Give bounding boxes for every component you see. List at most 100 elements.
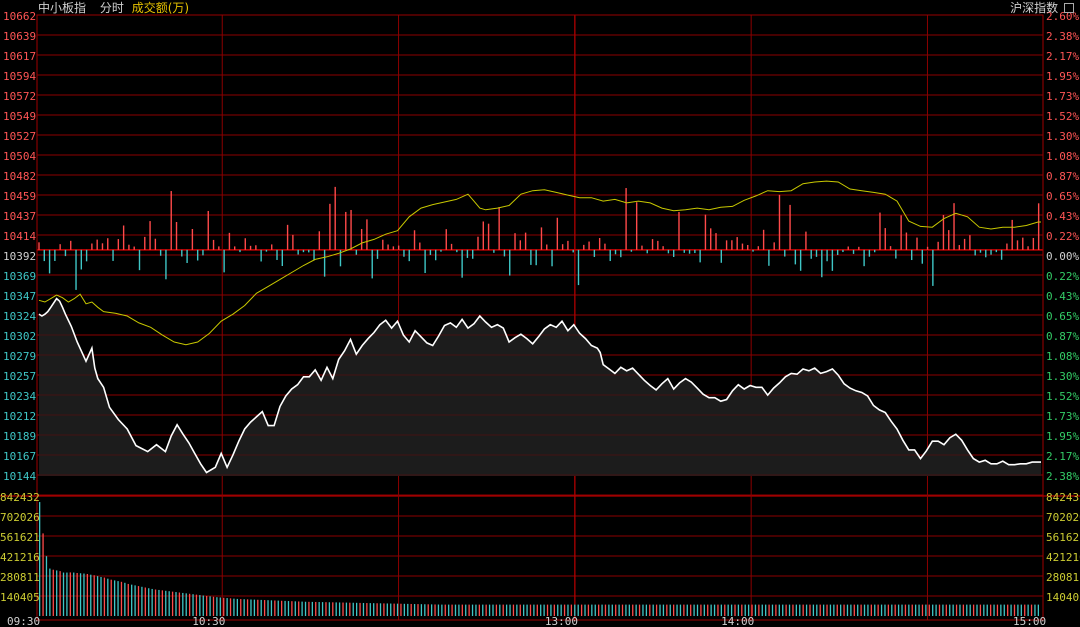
view-label[interactable]: 分时 [100,1,124,15]
volume-bar [615,604,617,616]
window-toggle-icon[interactable] [1064,2,1074,13]
price-axis-label: 10234 [3,390,36,403]
volume-bar [349,602,351,616]
percent-axis-label: 2.17% [1046,50,1079,63]
volume-bar [857,604,859,616]
volume-bar [342,602,344,616]
volume-bar [274,600,276,616]
volume-bar [291,601,293,616]
volume-bar [938,604,941,616]
volume-bar [672,604,675,616]
volume-axis-label-left: 842432 [0,491,40,504]
volume-bar [502,604,504,616]
volume-bar [66,572,68,616]
volume-bar [458,604,460,616]
volume-bar [979,604,982,616]
volume-bar [805,604,808,616]
volume-bar [765,604,767,616]
volume-bar [645,604,648,616]
volume-bar [945,604,947,616]
volume-bar [379,603,382,616]
volume-bar [165,590,167,616]
volume-axis-label-right: 702026 [1046,511,1080,524]
volume-bar [110,579,112,616]
volume-bar [942,604,944,616]
time-axis-label: 10:30 [192,615,225,627]
volume-bar [236,598,238,616]
percent-axis-label: 1.73% [1046,410,1079,423]
volume-bar [335,602,337,616]
volume-bar [516,604,518,616]
volume-bar [168,591,170,616]
volume-bar [359,602,361,616]
intraday-chart[interactable]: 10662 10639 10617 10594 10572 10549 10527 10504… [0,0,1080,627]
volume-bar [141,586,143,616]
volume-bar [315,601,317,616]
volume-bar [908,604,910,616]
volume-bar [802,604,804,616]
price-axis-label: 10347 [3,290,36,303]
volume-bar [56,570,58,616]
volume-bar [993,604,995,616]
volume-bar [666,604,668,616]
volume-bar [792,604,794,616]
average-price-line [38,180,1041,346]
volume-bar [86,573,89,616]
volume-bar [638,604,641,616]
volume-bar [52,569,54,616]
volume-bars [39,502,1040,616]
price-axis-label: 10369 [3,270,36,283]
volume-bar [662,604,665,616]
volume-bar [819,604,821,616]
volume-bar [911,604,913,616]
volume-bar [703,604,705,616]
volume-bar [413,604,416,616]
time-axis-label: 13:00 [545,615,578,627]
volume-axis-label-right: 280811 [1046,571,1080,584]
price-axis-label: 10414 [3,230,36,243]
volume-bar [410,603,412,616]
percent-axis-label: 2.17% [1046,450,1079,463]
volume-bar [880,604,883,616]
volume-bar [219,597,221,616]
price-axis-label: 10212 [3,410,36,423]
volume-bar [679,604,682,616]
volume-bar [860,604,862,616]
volume-bar [100,576,102,616]
percent-axis-label: 0.00% [1046,250,1079,263]
percent-axis-label: 1.30% [1046,370,1079,383]
volume-bar [509,604,511,616]
volume-bar [478,604,481,616]
volume-bar [608,604,610,616]
percent-axis-label: 0.43% [1046,290,1079,303]
volume-bar [598,604,600,616]
volume-bar [983,604,985,616]
price-axis-label: 10527 [3,130,36,143]
volume-bar [434,604,436,616]
volume-bar [308,601,310,616]
volume-bar [427,604,429,616]
volume-bar [362,602,365,616]
market-index-button[interactable]: 沪深指数 [1010,1,1074,15]
volume-bar [775,604,777,616]
volume-bar [352,602,354,616]
volume-bar [512,604,515,616]
percent-axis-label: 1.30% [1046,130,1079,143]
volume-bar [366,603,368,616]
price-axis-label: 10572 [3,90,36,103]
chart-frame [36,14,1044,621]
volume-bar [117,581,119,616]
volume-bar [471,604,474,616]
volume-bar [816,604,818,616]
volume-bar [700,604,702,616]
volume-bar [240,599,242,616]
volume-bar [488,604,491,616]
volume-bar [229,598,232,616]
volume-bar [338,602,341,616]
volume-bar [1000,604,1002,616]
volume-bar [90,574,92,616]
volume-bar [843,604,845,616]
volume-bar [618,604,620,616]
volume-bar [233,598,235,616]
volume-bar [754,604,757,616]
